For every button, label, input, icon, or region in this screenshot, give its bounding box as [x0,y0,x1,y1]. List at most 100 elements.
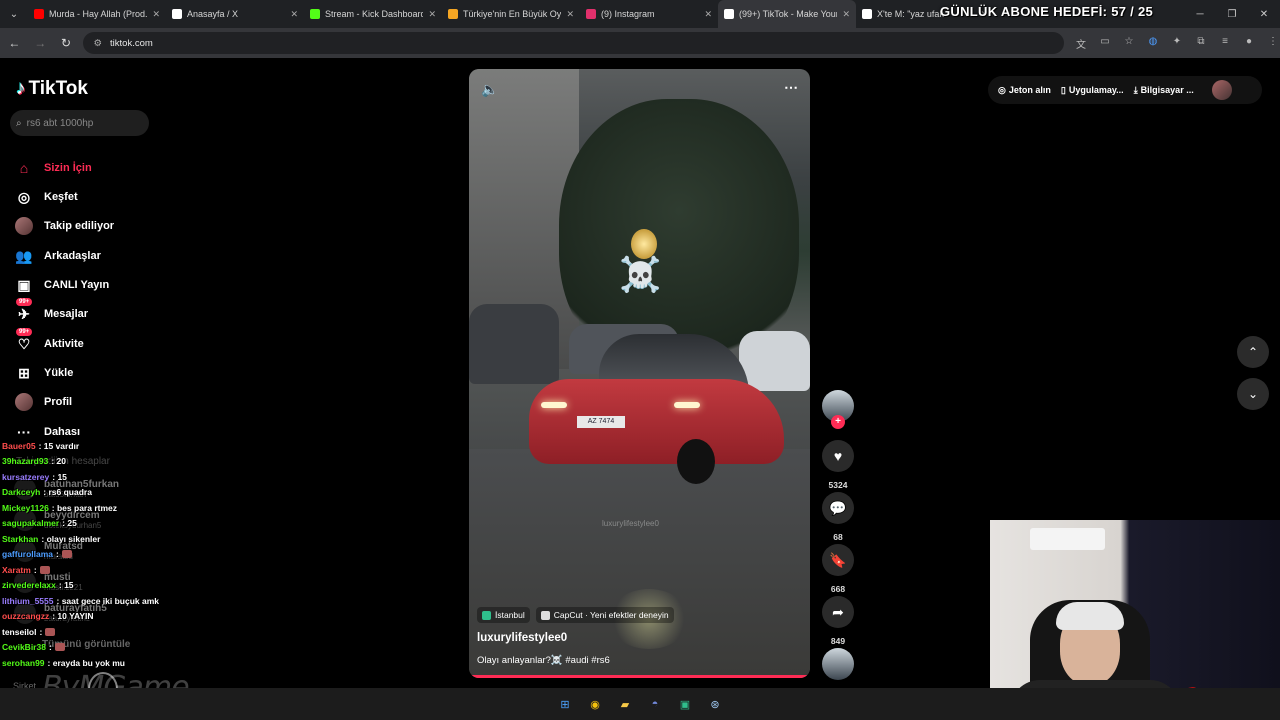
app-green-icon[interactable]: ▣ [674,693,696,715]
like-button[interactable]: ♥ [822,440,854,472]
previous-video-button[interactable]: ⌃ [1237,336,1269,368]
video-progress-fill [469,675,807,678]
reload-icon[interactable]: ↻ [55,31,78,55]
car-headlight-right [674,402,700,408]
extensions-puzzle-icon[interactable]: ⧉ [1194,36,1208,51]
translate-icon[interactable]: 文 [1074,36,1088,51]
next-video-button[interactable]: ⌄ [1237,378,1269,410]
youtube-icon [34,9,44,19]
cast-icon[interactable]: ▭ [1098,36,1112,51]
coin-icon: ◎ [998,84,1006,95]
streamer-hair [1056,602,1124,630]
extension-gear-icon[interactable]: ✦ [1170,36,1184,51]
chat-message: zirvederelaxx : 15 [2,578,172,594]
chat-text: : [56,549,59,560]
browser-profile-icon[interactable]: ● [1242,36,1256,51]
browser-tab[interactable]: Stream - Kick Dashboard ✕ [304,0,442,28]
sidebar-item[interactable]: Takip ediliyor [14,216,114,236]
forward-icon[interactable]: → [29,31,52,55]
url-text: tiktok.com [110,37,153,49]
sidebar-item[interactable]: ⌂ Sizin İçin [14,158,92,178]
user-avatar[interactable] [1211,80,1232,100]
minimize-icon[interactable]: ─ [1184,0,1216,28]
site-info-icon[interactable]: ⚙ [93,38,102,49]
search-input[interactable]: ⌕ rs6 abt 1000hp [10,110,149,136]
desktop-app-button[interactable]: ⤓ Bilgisayar ... [1134,85,1194,96]
sidebar-item[interactable]: 👥 Arkadaşlar [14,246,101,266]
comment-action: 💬 68 [822,492,854,542]
sidebar-item[interactable]: ✈ 99+ Mesajlar [14,298,88,324]
tab-label: Stream - Kick Dashboard [325,9,424,19]
tab-close-icon[interactable]: ✕ [566,9,574,20]
comment-icon: 💬 [829,499,847,516]
browser-tab[interactable]: (99+) TikTok - Make Your ✕ [718,0,856,28]
chat-message: Mickey1126 : bes para rtmez [2,500,172,516]
video-chips: İstanbul CapCut · Yeni efektler deneyin [477,607,674,623]
chat-text: : saat gece iki buçuk amk [56,595,160,606]
url-field[interactable]: ⚙ tiktok.com [83,32,1064,54]
tab-close-icon[interactable]: ✕ [704,9,712,20]
video-player[interactable]: AZ 7474 ☠️ 🔈 ⋯ luxurylifestylee0 İstanbu… [469,69,810,678]
sidebar-item-label: Yükle [44,367,74,379]
extension-wave-icon[interactable]: ◍ [1146,36,1160,51]
tab-close-icon[interactable]: ✕ [152,9,160,20]
sidebar-item[interactable]: ⊞ Yükle [14,363,73,383]
steam-icon[interactable]: ⊛ [704,693,726,715]
phone-icon: ▯ [1060,84,1066,95]
license-plate: AZ 7474 [577,416,625,428]
comment-button[interactable]: 💬 [822,492,854,524]
discord-icon[interactable]: ◓ [644,693,666,715]
browser-tab[interactable]: Türkiye'nin En Büyük Oyu ✕ [442,0,580,28]
chat-message: ouzzcangzz : 10 YAYIN [2,609,172,625]
get-coins-button[interactable]: ◎ Jeton alın [998,85,1051,96]
video-progress-bar[interactable] [469,675,810,678]
volume-icon[interactable]: 🔈 [481,81,498,98]
chat-message: Bauer05 : 15 vardır [2,438,172,454]
browser-tab[interactable]: Murda - Hay Allah (Prod. ✕ [28,0,166,28]
tab-close-icon[interactable]: ✕ [290,9,298,20]
sidebar-item[interactable]: ◎ Keşfet [14,187,78,207]
chat-message: Darkceyh : rs6 quadra [2,485,172,501]
chat-message: kursatzerey : 15 [2,469,172,485]
browser-menu-icon[interactable]: ⋮ [1266,36,1280,51]
x-icon [172,9,182,19]
window-controls: ─ ❐ ✕ [1184,0,1280,28]
capcut-chip[interactable]: CapCut · Yeni efektler deneyin [535,607,674,623]
chat-text: : erayda bu yok mu [47,657,125,668]
location-chip[interactable]: İstanbul [477,607,530,623]
back-icon[interactable]: ← [3,31,26,55]
follow-plus-button[interactable]: + [831,415,845,429]
chat-username: Darkceyh [2,487,41,498]
tiktok-logo[interactable]: ♪ TikTok [16,78,88,100]
sidebar-item[interactable]: Profil [14,392,72,412]
kick-icon [310,9,320,19]
file-explorer-icon[interactable]: ▰ [614,693,636,715]
sidebar-item[interactable]: ▣ CANLI Yayın [14,275,109,295]
sidebar-item[interactable]: ♡ 99+ Aktivite [14,328,84,354]
browser-tab[interactable]: (9) Instagram ✕ [580,0,718,28]
chat-message: Xaratm : [2,562,172,578]
red-audi-rs6: AZ 7474 [529,334,784,484]
tab-search-icon[interactable]: ⌄ [0,0,28,28]
music-disc-avatar[interactable] [822,648,854,680]
chrome-icon[interactable]: ◉ [584,693,606,715]
video-username[interactable]: luxurylifestylee0 [477,632,567,644]
save-button[interactable]: 🔖 [822,544,854,576]
windows-start-icon[interactable]: ⊞ [554,693,576,715]
tab-close-icon[interactable]: ✕ [842,9,850,20]
video-description: Olayı anlayanlar?☠️ #audi #rs6 [477,655,610,666]
chat-text: : 15 [58,580,74,591]
chat-text: : olayı sikenler [41,533,101,544]
car-body [529,379,784,464]
reading-list-icon[interactable]: ≡ [1218,36,1232,51]
close-window-icon[interactable]: ✕ [1248,0,1280,28]
browser-tab[interactable]: Anasayfa / X ✕ [166,0,304,28]
more-options-icon[interactable]: ⋯ [784,79,798,96]
share-button[interactable]: ➦ [822,596,854,628]
get-app-button[interactable]: ▯ Uygulamay... [1061,85,1124,96]
activity-icon: ♡ 99+ [16,328,33,352]
bookmark-star-icon[interactable]: ☆ [1122,36,1136,51]
tab-close-icon[interactable]: ✕ [428,9,436,20]
maximize-icon[interactable]: ❐ [1216,0,1248,28]
search-placeholder: rs6 abt 1000hp [26,117,94,129]
